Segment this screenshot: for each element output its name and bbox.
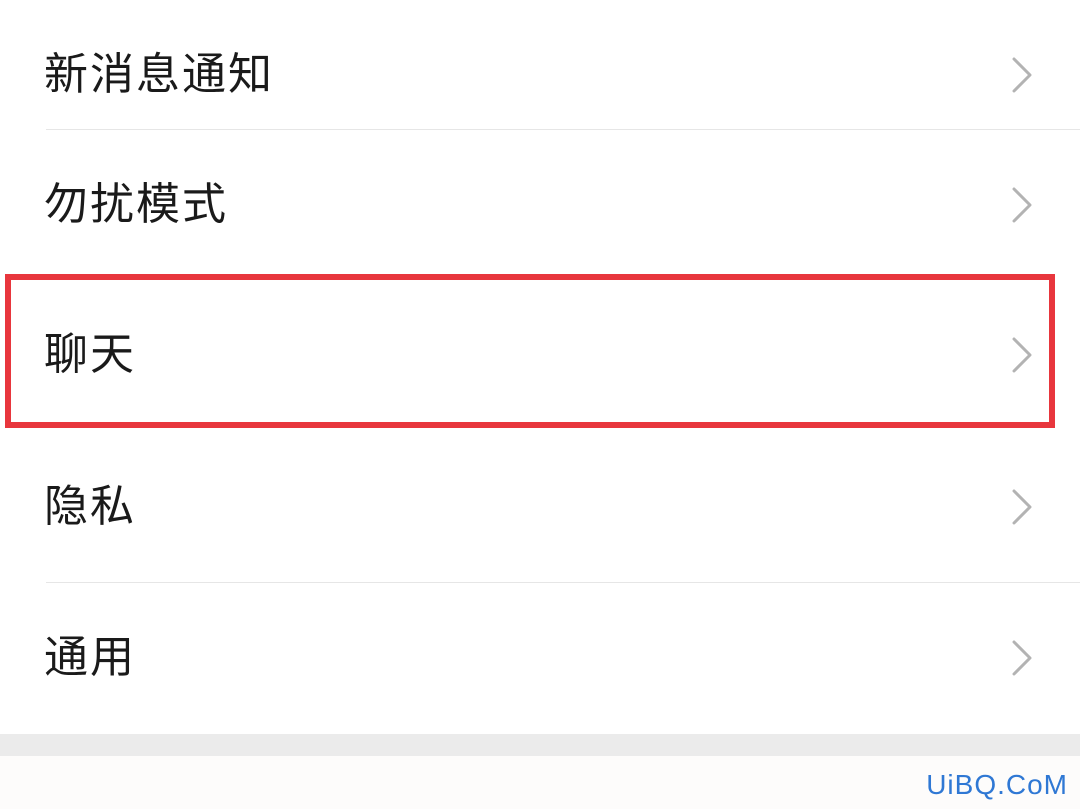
chevron-right-icon: [1010, 638, 1034, 678]
settings-item-new-message-notification[interactable]: 新消息通知: [0, 0, 1080, 150]
settings-item-chat[interactable]: 聊天: [0, 280, 1080, 430]
settings-item-label: 隐私: [44, 481, 136, 532]
watermark: UiBQ.CoM: [926, 769, 1068, 800]
section-separator: [0, 734, 1080, 756]
settings-item-label: 新消息通知: [44, 49, 274, 100]
settings-item-privacy[interactable]: 隐私: [0, 432, 1080, 582]
chevron-right-icon: [1010, 487, 1034, 527]
settings-item-label: 聊天: [44, 329, 136, 380]
chevron-right-icon: [1010, 185, 1034, 225]
settings-item-do-not-disturb[interactable]: 勿扰模式: [0, 130, 1080, 280]
settings-list: 新消息通知 勿扰模式 聊天 隐私 通用: [0, 0, 1080, 734]
chevron-right-icon: [1010, 335, 1034, 375]
bottom-area: UiBQ.CoM: [0, 756, 1080, 809]
chevron-right-icon: [1010, 55, 1034, 95]
settings-item-label: 通用: [44, 632, 136, 683]
settings-item-general[interactable]: 通用: [0, 583, 1080, 733]
settings-item-label: 勿扰模式: [44, 179, 228, 230]
